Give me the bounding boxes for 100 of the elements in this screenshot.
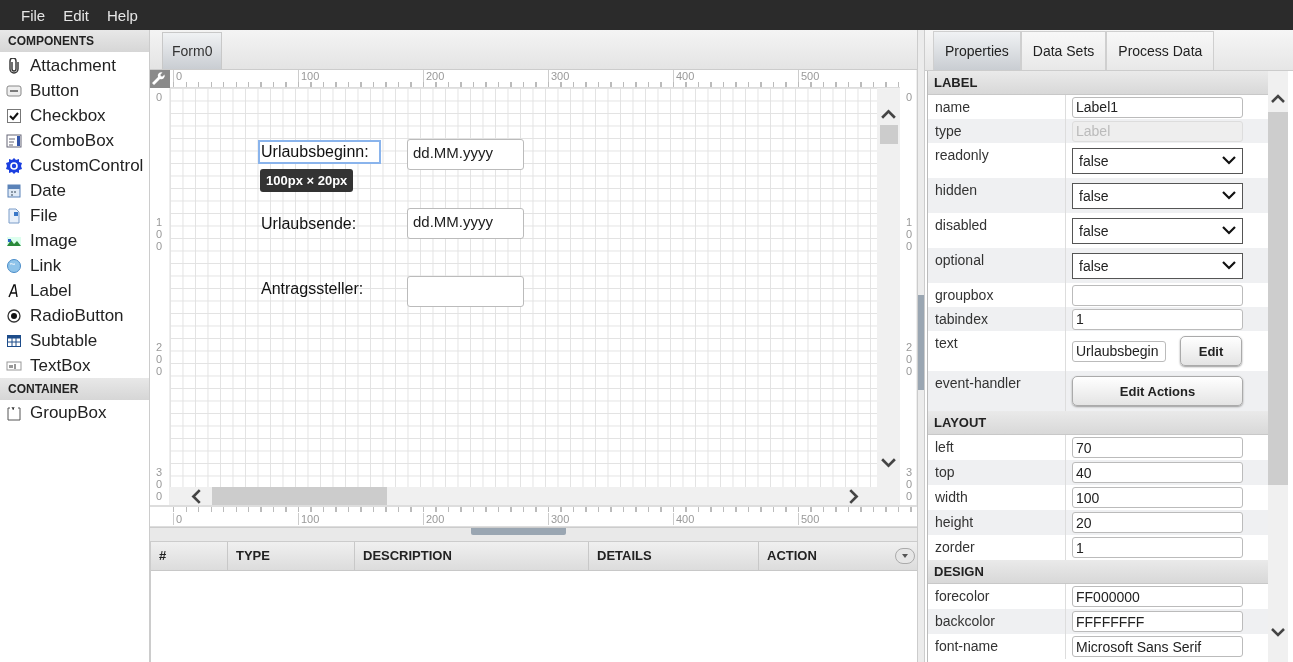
form-input[interactable]: dd.MM.yyyy [407,208,524,239]
component-item[interactable]: File [0,203,149,228]
panel-tab[interactable]: Data Sets [1020,31,1107,70]
splitter-handle[interactable] [918,295,924,390]
calendar-icon [6,182,22,199]
property-name: width [935,489,968,505]
input-field[interactable]: 1 [1072,308,1243,330]
button-icon [6,82,22,99]
menu-item[interactable]: Help [98,6,147,24]
component-item[interactable]: TextBox [0,353,149,378]
dropdown-icon[interactable] [895,548,915,564]
vertical-scrollbar[interactable] [877,88,900,487]
gear-icon [6,157,22,174]
component-item[interactable]: RadioButton [0,303,149,328]
form-input[interactable] [407,276,524,307]
section-header: LABEL [928,71,1268,95]
column-header[interactable]: DETAILS [589,542,759,570]
chevron-right-icon[interactable] [849,487,860,505]
ruler-label: 0 [156,91,164,104]
caret-icon [1222,261,1236,270]
scroll-thumb[interactable] [212,487,387,505]
wrench-icon[interactable] [151,71,167,87]
chevron-up-icon[interactable] [1270,93,1286,103]
document-tab[interactable]: Form0 [162,32,223,69]
vertical-scrollbar[interactable] [1268,71,1288,662]
input-field[interactable]: 70 [1072,437,1243,458]
design-canvas[interactable]: Urlaubsbeginn: 100px × 20px dd.MM.yyyy Urlaubsende: dd.MM.yyyy Antragssteller: [170,88,877,487]
input-field[interactable]: 20 [1072,512,1243,533]
input-field[interactable]: 1 [1072,537,1243,558]
component-item[interactable]: Date [0,178,149,203]
chevron-down-icon[interactable] [1270,628,1286,638]
ruler-label: 100 [298,70,320,82]
property-name: name [935,99,971,115]
column-header[interactable]: DESCRIPTION [355,542,589,570]
property-name: groupbox [935,287,994,303]
form-input[interactable]: dd.MM.yyyy [407,139,524,170]
ruler-label: 100 [156,216,164,253]
checkbox-icon [6,107,22,124]
input-field[interactable]: 100 [1072,487,1243,508]
input-field[interactable]: Label1 [1072,96,1243,118]
input-field[interactable]: FFFFFFFF [1072,611,1243,632]
scroll-thumb[interactable] [1268,112,1288,485]
column-header[interactable]: # [151,542,228,570]
caret-icon [1222,156,1236,165]
horizontal-scrollbar[interactable] [170,487,900,505]
component-item[interactable]: Image [0,228,149,253]
ruler-label: 200 [423,70,445,82]
globe-icon [6,257,22,274]
column-header[interactable]: TYPE [228,542,355,570]
section-header: DESIGN [928,560,1268,584]
component-item[interactable]: Checkbox [0,103,149,128]
chevron-up-icon[interactable] [880,108,897,119]
ruler-label: 100 [906,216,914,253]
dropdown[interactable]: false [1072,147,1243,174]
scroll-thumb[interactable] [879,125,898,144]
input-field[interactable] [1072,284,1243,306]
component-item[interactable]: Label [0,278,149,303]
property-name: hidden [935,182,978,198]
menu-item[interactable]: File [12,6,55,24]
ruler-label: 0 [173,70,183,82]
panel-tab[interactable]: Process Data [1106,31,1215,70]
panel-tab[interactable]: Properties [933,31,1021,70]
grid-icon [6,332,22,349]
ruler-label: 100 [298,513,320,525]
radio-icon [6,307,22,324]
property-name: tabindex [935,311,988,327]
splitter-handle[interactable] [471,528,566,535]
component-item[interactable]: Subtable [0,328,149,353]
component-item[interactable]: Attachment [0,53,149,78]
dropdown[interactable]: false [1072,182,1243,209]
form-label[interactable]: Urlaubsbeginn: [258,140,381,164]
component-item[interactable]: ComboBox [0,128,149,153]
form-label[interactable]: Antragssteller: [258,277,381,301]
property-name: font-name [935,638,999,654]
input-field[interactable]: 40 [1072,462,1243,483]
component-item[interactable]: GroupBox [0,400,149,425]
property-name: type [935,123,962,139]
dropdown-icon [6,132,22,149]
chevron-down-icon[interactable] [880,458,897,469]
component-item[interactable]: CustomControl [0,153,149,178]
property-name: backcolor [935,613,995,629]
dropdown[interactable]: false [1072,217,1243,244]
edit-actions-button[interactable]: Edit Actions [1072,376,1243,406]
column-header[interactable]: ACTION [759,542,917,570]
menu-item[interactable]: Edit [54,6,99,24]
property-name: top [935,464,955,480]
ruler-label: 300 [906,466,914,503]
dropdown[interactable]: false [1072,252,1243,279]
edit-button[interactable]: Edit [1180,336,1242,366]
component-item[interactable]: Button [0,78,149,103]
input-field[interactable]: FF000000 [1072,586,1243,607]
component-item[interactable]: Link [0,253,149,278]
property-name: optional [935,252,985,268]
form-label[interactable]: Urlaubsende: [258,212,381,236]
ruler-label: 200 [906,341,914,378]
input-field[interactable]: Microsoft Sans Serif [1072,636,1243,657]
property-name: event-handler [935,375,1021,391]
input-field[interactable]: Urlaubsbegin [1072,340,1166,362]
property-name: disabled [935,217,988,233]
chevron-left-icon[interactable] [190,487,201,505]
